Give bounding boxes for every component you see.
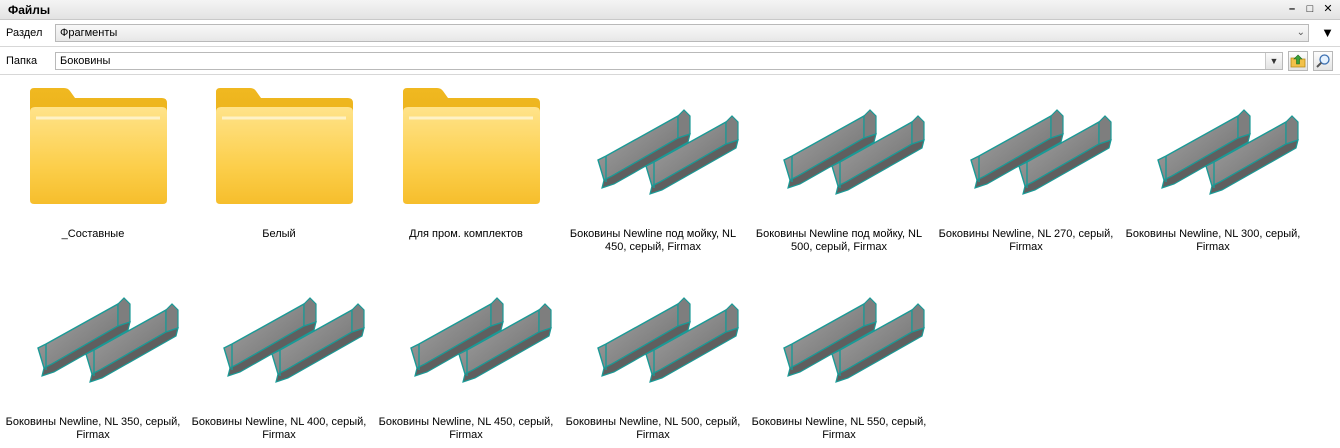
side-panel-3d-icon: [1157, 109, 1299, 195]
section-label: Раздел: [6, 27, 43, 39]
item-label: Для пром. комплектов: [409, 228, 523, 240]
side-panel-3d-icon: [223, 297, 365, 383]
close-button[interactable]: ✕: [1322, 2, 1334, 16]
item-label: Боковины Newline, NL 500, серый, Firmax: [565, 416, 741, 441]
filter-icon[interactable]: ▼: [1321, 25, 1334, 40]
section-value: Фрагменты: [60, 27, 118, 39]
side-panel-3d-icon: [597, 297, 739, 383]
section-select[interactable]: Фрагменты ⌄: [55, 24, 1309, 42]
folder-item[interactable]: Для пром. комплектов: [373, 78, 559, 258]
folder-up-button[interactable]: [1288, 51, 1308, 71]
item-label: Белый: [262, 228, 296, 240]
file-item[interactable]: Боковины Newline под мойку, NL 450, серы…: [560, 78, 746, 258]
item-label: Боковины Newline, NL 270, серый, Firmax: [938, 228, 1114, 253]
item-label: Боковины Newline, NL 400, серый, Firmax: [191, 416, 367, 441]
file-item[interactable]: Боковины Newline, NL 550, серый, Firmax: [746, 266, 932, 446]
item-label: Боковины Newline, NL 450, серый, Firmax: [378, 416, 554, 441]
dropdown-arrow-icon[interactable]: ▼: [1265, 53, 1282, 69]
folder-path-input[interactable]: Боковины ▼: [55, 52, 1283, 70]
file-item[interactable]: Боковины Newline, NL 350, серый, Firmax: [0, 266, 186, 446]
file-item[interactable]: Боковины Newline под мойку, NL 500, серы…: [746, 78, 932, 258]
file-item[interactable]: Боковины Newline, NL 400, серый, Firmax: [186, 266, 372, 446]
file-item[interactable]: Боковины Newline, NL 500, серый, Firmax: [560, 266, 746, 446]
file-item[interactable]: Боковины Newline, NL 270, серый, Firmax: [933, 78, 1119, 258]
file-grid: _Составные Белый Для пром. комплектов Боков…: [0, 78, 1340, 448]
maximize-button[interactable]: □: [1304, 2, 1316, 16]
item-label: Боковины Newline под мойку, NL 500, серы…: [755, 228, 923, 253]
item-label: Боковины Newline, NL 350, серый, Firmax: [5, 416, 181, 441]
item-label: Боковины Newline, NL 550, серый, Firmax: [751, 416, 927, 441]
search-icon: [1316, 54, 1330, 68]
folder-icon: [30, 88, 167, 204]
window-titlebar: Файлы – □ ✕: [0, 0, 1340, 20]
folder-item[interactable]: Белый: [186, 78, 372, 258]
file-item[interactable]: Боковины Newline, NL 450, серый, Firmax: [373, 266, 559, 446]
item-label: _Составные: [61, 228, 125, 240]
folder-item[interactable]: _Составные: [0, 78, 186, 258]
folder-icon: [216, 88, 353, 204]
side-panel-3d-icon: [410, 297, 552, 383]
side-panel-3d-icon: [783, 297, 925, 383]
folder-up-icon: [1290, 54, 1306, 68]
minimize-button[interactable]: –: [1286, 2, 1298, 16]
window-title: Файлы: [8, 3, 51, 17]
file-item[interactable]: Боковины Newline, NL 300, серый, Firmax: [1120, 78, 1306, 258]
search-button[interactable]: [1313, 51, 1333, 71]
side-panel-3d-icon: [783, 109, 925, 195]
chevron-down-icon: ⌄: [1296, 27, 1305, 38]
item-label: Боковины Newline, NL 300, серый, Firmax: [1125, 228, 1301, 253]
item-label: Боковины Newline под мойку, NL 450, серы…: [569, 228, 737, 253]
section-row: Раздел Фрагменты ⌄ ▼: [0, 20, 1340, 47]
folder-icon: [403, 88, 540, 204]
folder-label: Папка: [6, 55, 38, 67]
folder-path-value: Боковины: [60, 55, 111, 67]
side-panel-3d-icon: [597, 109, 739, 195]
folder-row: Папка Боковины ▼: [0, 48, 1340, 75]
side-panel-3d-icon: [37, 297, 179, 383]
side-panel-3d-icon: [970, 109, 1112, 195]
